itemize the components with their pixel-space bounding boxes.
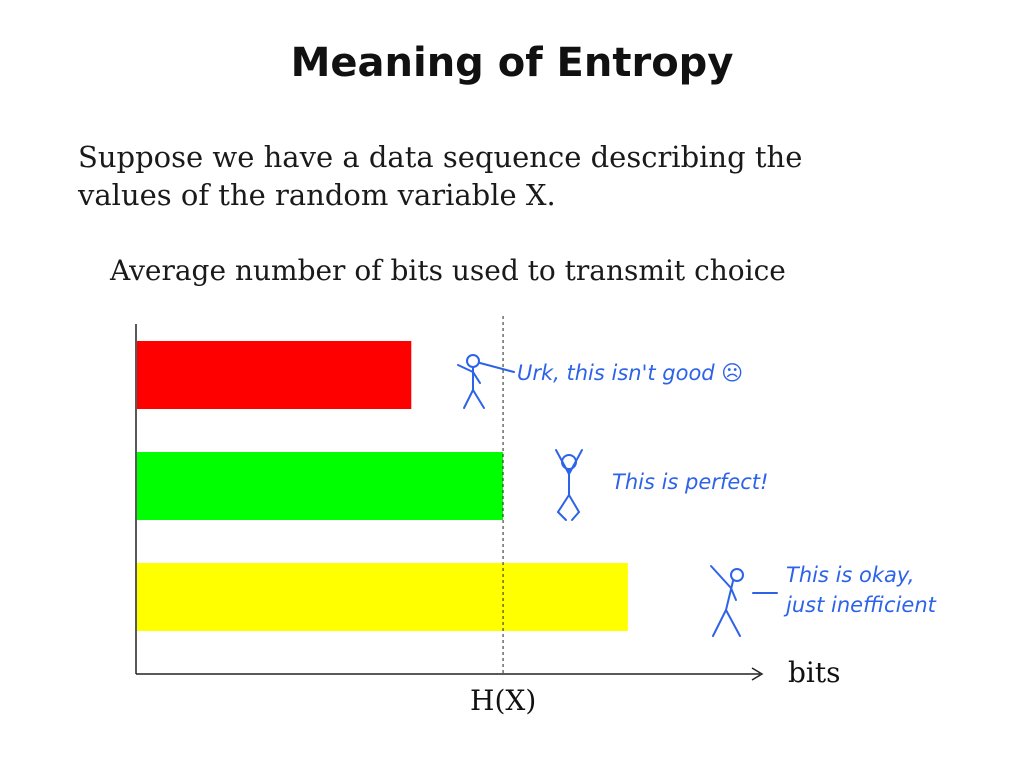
stick-figure-worried-icon <box>457 354 515 409</box>
annotation-yellow-line-1: This is okay, <box>786 563 915 587</box>
annotation-red-line-1: Urk, this isn't good ☹ <box>517 361 744 385</box>
annotation-green-bar: This is perfect! <box>612 467 768 497</box>
annotation-green-line-1: This is perfect! <box>612 470 769 494</box>
x-axis-label: bits <box>788 656 841 689</box>
annotation-yellow-bar: This is okay, just inefficient <box>786 560 936 620</box>
annotation-red-bar: Urk, this isn't good ☹ <box>517 358 743 388</box>
bar-yellow <box>137 563 628 631</box>
stick-figure-okay-icon <box>710 565 778 637</box>
hx-label: H(X) <box>470 684 537 717</box>
annotation-yellow-line-2: just inefficient <box>786 593 936 617</box>
bar-green <box>137 452 504 520</box>
bar-red <box>137 341 412 409</box>
stick-figure-happy-icon <box>555 449 583 521</box>
bar-chart <box>135 316 778 681</box>
